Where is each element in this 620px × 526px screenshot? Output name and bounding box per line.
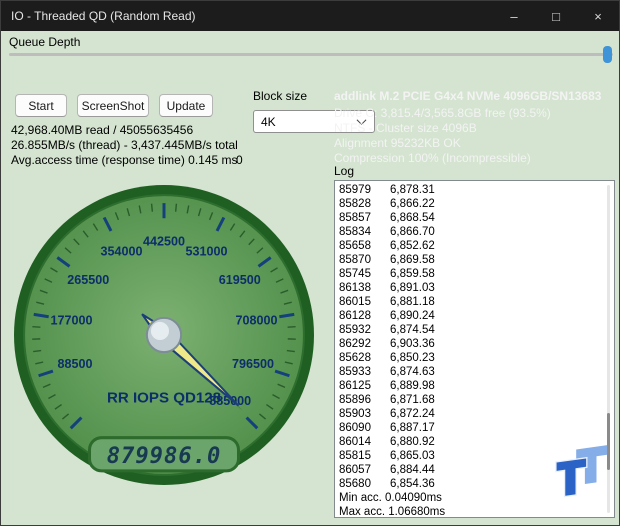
iops-gauge: 88500 177000 265500 354000442500531000 61950… xyxy=(13,184,315,486)
block-size-label: Block size xyxy=(253,89,307,103)
gauge-scale-label: 531000 xyxy=(186,245,228,259)
window-title: IO - Threaded QD (Random Read) xyxy=(1,9,493,23)
queue-depth-slider[interactable] xyxy=(9,46,613,63)
slider-track[interactable] xyxy=(9,53,613,56)
drive-title: addlink M.2 PCIE G4x4 NVMe 4096GB/SN1368… xyxy=(334,89,601,104)
window-controls: – □ × xyxy=(493,1,619,31)
close-icon[interactable]: × xyxy=(577,1,619,31)
gauge-scale-label: 619500 xyxy=(219,273,261,287)
gauge-caption: RR IOPS QD128 xyxy=(107,389,221,406)
start-button[interactable]: Start xyxy=(15,94,67,117)
log-row[interactable]: 861256,889.98 xyxy=(339,379,614,393)
screenshot-button[interactable]: ScreenShot xyxy=(77,94,149,117)
log-row[interactable]: 858706,869.58 xyxy=(339,253,614,267)
log-row[interactable]: 858346,866.70 xyxy=(339,225,614,239)
gauge-scale-label: 354000 xyxy=(101,245,143,259)
log-row[interactable]: 859326,874.54 xyxy=(339,323,614,337)
drive-line: NTFS - Cluster size 4096B xyxy=(334,121,601,136)
log-row[interactable]: 860906,887.17 xyxy=(339,421,614,435)
gauge-scale-label: 442500 xyxy=(143,234,185,248)
gauge-scale-label: 177000 xyxy=(51,313,93,327)
log-row[interactable]: 856586,852.62 xyxy=(339,239,614,253)
minimize-icon[interactable]: – xyxy=(493,1,535,31)
log-label: Log xyxy=(334,164,354,178)
maximize-icon[interactable]: □ xyxy=(535,1,577,31)
tt-logo-icon xyxy=(553,445,611,507)
iops-gauge-svg: 88500 177000 265500 354000442500531000 61950… xyxy=(13,184,315,486)
stat-access-extra: 0 xyxy=(236,153,243,168)
log-row[interactable]: 858576,868.54 xyxy=(339,211,614,225)
gauge-readout-value: 879986.0 xyxy=(107,443,222,469)
log-row[interactable]: 861386,891.03 xyxy=(339,281,614,295)
block-size-value: 4K xyxy=(261,115,276,129)
slider-thumb[interactable] xyxy=(603,46,612,63)
drive-line: Compression 100% (Incompressible) xyxy=(334,151,601,166)
tweaktown-logo xyxy=(553,445,611,509)
stat-access-line: Avg.access time (response time) 0.145 ms… xyxy=(11,153,238,168)
titlebar[interactable]: IO - Threaded QD (Random Read) – □ × xyxy=(1,1,619,31)
stats-block: 42,968.40MB read / 45055635456 26.855MB/… xyxy=(11,123,238,168)
drive-info: addlink M.2 PCIE G4x4 NVMe 4096GB/SN1368… xyxy=(334,89,601,166)
log-row[interactable]: 862926,903.36 xyxy=(339,337,614,351)
drive-line: Alignment 95232KB OK xyxy=(334,136,601,151)
log-row[interactable]: 859336,874.63 xyxy=(339,365,614,379)
log-row[interactable]: 857456,859.58 xyxy=(339,267,614,281)
log-row[interactable]: 859796,878.31 xyxy=(339,183,614,197)
log-row[interactable]: 861286,890.24 xyxy=(339,309,614,323)
gauge-scale-label: 265500 xyxy=(67,273,109,287)
log-row[interactable]: 858286,866.22 xyxy=(339,197,614,211)
log-row[interactable]: 856286,850.23 xyxy=(339,351,614,365)
gauge-scale-label: 708000 xyxy=(235,313,277,327)
log-row[interactable]: 860156,881.18 xyxy=(339,295,614,309)
log-row[interactable]: 858966,871.68 xyxy=(339,393,614,407)
log-row[interactable]: 859036,872.24 xyxy=(339,407,614,421)
gauge-scale-label: 796500 xyxy=(232,357,274,371)
gauge-scale-label: 88500 xyxy=(57,357,92,371)
stat-access-text: Avg.access time (response time) 0.145 ms xyxy=(11,153,238,167)
app-window: IO - Threaded QD (Random Read) – □ × Que… xyxy=(0,0,620,526)
drive-line: Drive C: 3,815.4/3,565.8GB free (93.5%) xyxy=(334,106,601,121)
update-button[interactable]: Update xyxy=(159,94,213,117)
stat-speed-line: 26.855MB/s (thread) - 3,437.445MB/s tota… xyxy=(11,138,238,153)
stat-read-line: 42,968.40MB read / 45055635456 xyxy=(11,123,238,138)
